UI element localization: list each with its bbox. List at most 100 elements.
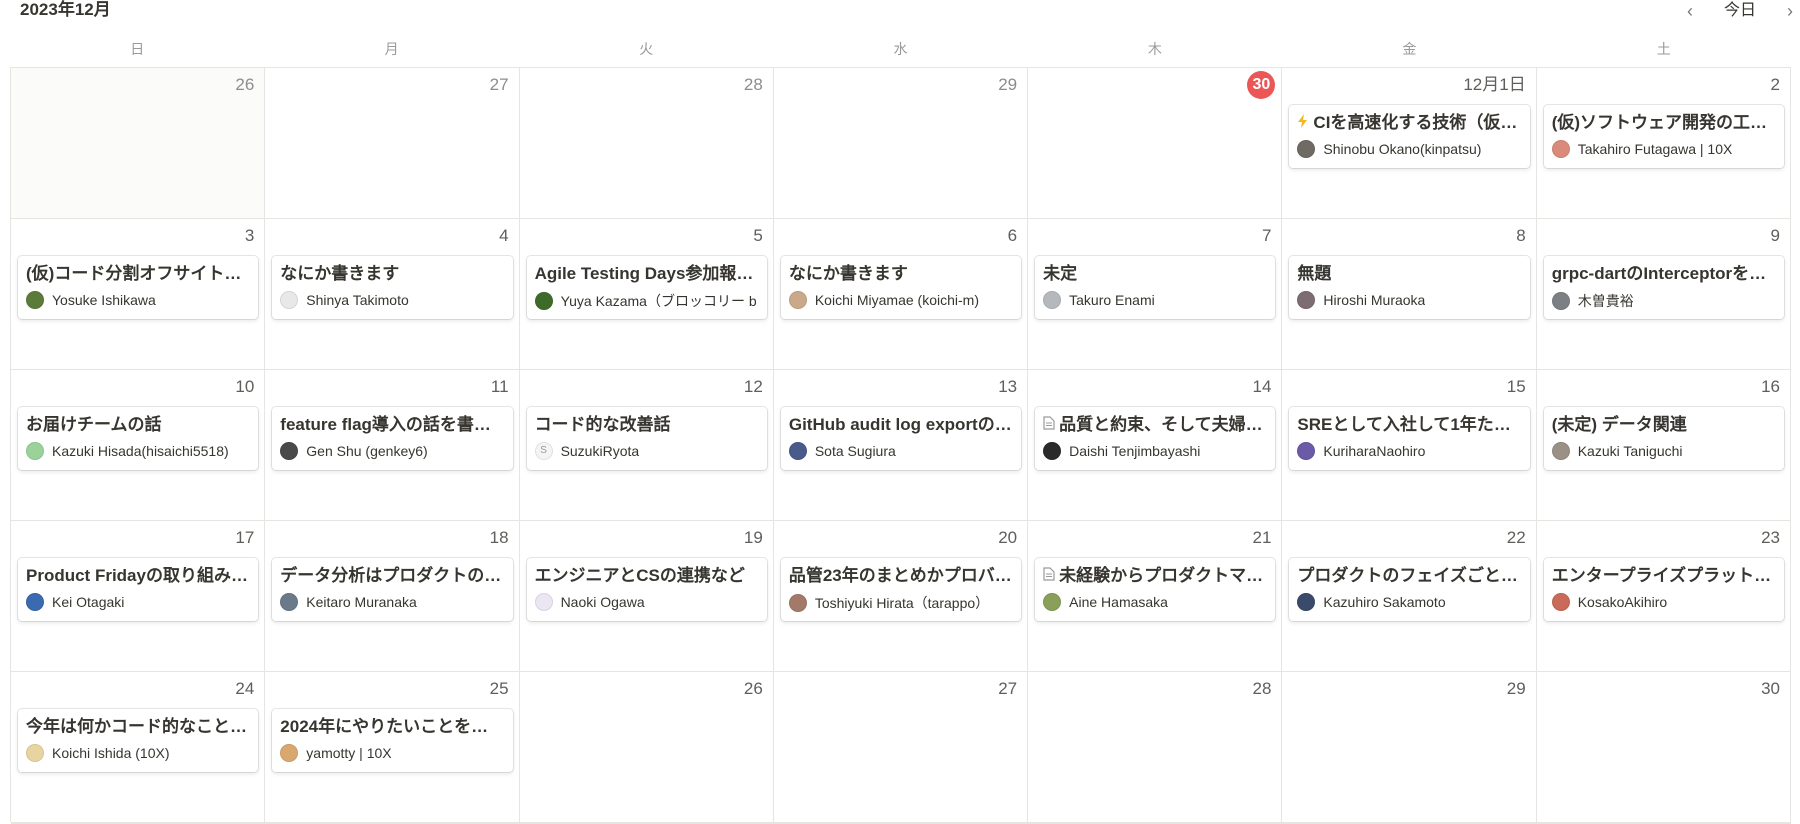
event-title-text: SREとして入社して1年たち… xyxy=(1297,415,1522,434)
calendar-day-cell[interactable]: 21 未経験からプロダクトマ… Aine Hamasaka xyxy=(1028,521,1283,672)
weekday-label: 水 xyxy=(893,41,908,57)
avatar xyxy=(26,442,44,460)
event-card[interactable]: なにか書きます Koichi Miyamae (koichi-m) xyxy=(780,256,1022,319)
document-icon xyxy=(1043,565,1055,587)
event-title: エンタープライズプラット… xyxy=(1552,565,1776,587)
day-number: 12 xyxy=(743,377,763,396)
calendar-day-cell[interactable]: 2 (仮)ソフトウェア開発の工… Takahiro Futagawa | 10X xyxy=(1536,68,1791,219)
event-title-text: feature flag導入の話を書… xyxy=(280,415,491,434)
event-card[interactable]: お届けチームの話 Kazuki Hisada(hisaichi5518) xyxy=(18,407,259,470)
calendar-day-cell[interactable]: 29 xyxy=(773,68,1029,219)
weekday-label: 日 xyxy=(130,41,145,57)
event-card[interactable]: なにか書きます Shinya Takimoto xyxy=(272,256,513,319)
event-card[interactable]: 品管23年のまとめかプロバ… Toshiyuki Hirata（tarappo） xyxy=(780,558,1022,621)
event-title-text: grpc-dartのInterceptorを… xyxy=(1551,264,1767,283)
calendar-day-cell[interactable]: 17 Product Fridayの取り組み… Kei Otagaki xyxy=(11,521,266,672)
calendar-day-cell[interactable]: 10 お届けチームの話 Kazuki Hisada(hisaichi5518) xyxy=(11,370,266,521)
event-card[interactable]: CIを高速化する技術（仮… Shinobu Okano(kinpatsu) xyxy=(1289,105,1530,168)
event-card[interactable]: (仮)コード分割オフサイト… Yosuke Ishikawa xyxy=(18,256,259,319)
calendar-day-cell[interactable]: 18 データ分析はプロダクトの… Keitaro Muranaka xyxy=(265,521,520,672)
calendar-day-cell[interactable]: 6 なにか書きます Koichi Miyamae (koichi-m) xyxy=(773,219,1029,370)
calendar-day-cell[interactable]: 26 xyxy=(11,68,266,219)
author-name: Hiroshi Muraoka xyxy=(1323,292,1426,308)
avatar xyxy=(1297,593,1316,611)
author-name: Koichi Ishida (10X) xyxy=(52,745,170,761)
event-card[interactable]: feature flag導入の話を書… Gen Shu (genkey6) xyxy=(272,407,513,470)
calendar-day-cell[interactable]: 29 xyxy=(1282,672,1537,823)
author-name: yamotty | 10X xyxy=(306,745,392,761)
avatar xyxy=(26,593,44,611)
event-card[interactable]: grpc-dartのInterceptorを… 木曽貴裕 xyxy=(1543,256,1784,319)
event-card[interactable]: プロダクトのフェイズごと… Kazuhiro Sakamoto xyxy=(1289,558,1530,621)
author-name: Kazuhiro Sakamoto xyxy=(1323,594,1446,610)
event-card[interactable]: SREとして入社して1年たち… KuriharaNaohiro xyxy=(1289,407,1530,470)
calendar-day-cell[interactable]: 27 xyxy=(265,68,520,219)
author-name: Sota Sugiura xyxy=(814,443,896,459)
calendar-day-cell[interactable]: 14 品質と約束、そして夫婦… Daishi Tenjimbayashi xyxy=(1028,370,1283,521)
day-number: 26 xyxy=(743,679,763,698)
event-card[interactable]: (仮)ソフトウェア開発の工… Takahiro Futagawa | 10X xyxy=(1543,105,1784,168)
calendar-day-cell[interactable]: 30 xyxy=(1536,672,1791,823)
calendar-day-cell[interactable]: 9 grpc-dartのInterceptorを… 木曽貴裕 xyxy=(1536,219,1791,370)
calendar-day-cell[interactable]: 16 (未定) データ関連 Kazuki Taniguchi xyxy=(1536,370,1791,521)
event-title-text: 品管23年のまとめかプロバ… xyxy=(788,566,1012,585)
calendar-day-cell[interactable]: 30 xyxy=(1028,68,1283,219)
calendar-day-cell[interactable]: 12 コード的な改善話 S SuzukiRyota xyxy=(519,370,774,521)
day-number: 16 xyxy=(1761,377,1780,396)
event-author: Hiroshi Muraoka xyxy=(1297,291,1521,309)
event-card[interactable]: 未定 Takuro Enami xyxy=(1035,256,1276,319)
calendar-day-cell[interactable]: 7 未定 Takuro Enami xyxy=(1028,219,1283,370)
calendar-day-cell[interactable]: 8 無題 Hiroshi Muraoka xyxy=(1282,219,1537,370)
calendar-day-cell[interactable]: 22 プロダクトのフェイズごと… Kazuhiro Sakamoto xyxy=(1282,521,1537,672)
event-title: 今年は何かコード的なこと… xyxy=(26,716,250,738)
event-card[interactable]: Agile Testing Days参加報… Yuya Kazama（ブロッコリー… xyxy=(526,256,767,319)
event-author: Naoki Ogawa xyxy=(534,593,759,611)
chevron-left-icon[interactable]: ‹ xyxy=(1680,1,1700,21)
document-icon xyxy=(1043,414,1055,436)
calendar-day-cell[interactable]: 4 なにか書きます Shinya Takimoto xyxy=(265,219,520,370)
event-card[interactable]: 無題 Hiroshi Muraoka xyxy=(1289,256,1530,319)
calendar-day-cell[interactable]: 24 今年は何かコード的なこと… Koichi Ishida (10X) xyxy=(11,672,266,823)
calendar-day-cell[interactable]: 27 xyxy=(773,672,1029,823)
calendar-day-cell[interactable]: 13 GitHub audit log exportの… Sota Sugiura xyxy=(773,370,1029,521)
event-title-text: (仮)ソフトウェア開発の工… xyxy=(1551,113,1768,132)
calendar-day-cell[interactable]: 25 2024年にやりたいことを… yamotty | 10X xyxy=(265,672,520,823)
event-card[interactable]: エンジニアとCSの連携など Naoki Ogawa xyxy=(526,558,767,621)
event-card[interactable]: データ分析はプロダクトの… Keitaro Muranaka xyxy=(272,558,513,621)
event-title-text: 無題 xyxy=(1297,264,1332,283)
day-number: 9 xyxy=(1770,226,1780,245)
event-card[interactable]: コード的な改善話 S SuzukiRyota xyxy=(526,407,767,470)
calendar-day-cell[interactable]: 28 xyxy=(1028,672,1283,823)
calendar-day-cell[interactable]: 12月1日 CIを高速化する技術（仮… Shinobu Okano(kinpatsu… xyxy=(1282,68,1537,219)
chevron-right-icon[interactable]: › xyxy=(1780,1,1800,21)
day-number: 12月1日 xyxy=(1463,75,1526,94)
avatar xyxy=(280,442,299,460)
event-title: Product Fridayの取り組み… xyxy=(26,565,250,587)
day-number: 20 xyxy=(998,528,1018,547)
event-title: (仮)ソフトウェア開発の工… xyxy=(1552,112,1776,134)
lightning-icon xyxy=(1297,112,1309,134)
calendar-day-cell[interactable]: 15 SREとして入社して1年たち… KuriharaNaohiro xyxy=(1282,370,1537,521)
event-card[interactable]: 2024年にやりたいことを… yamotty | 10X xyxy=(272,709,513,772)
calendar-day-cell[interactable]: 3 (仮)コード分割オフサイト… Yosuke Ishikawa xyxy=(11,219,266,370)
calendar-day-cell[interactable]: 20 品管23年のまとめかプロバ… Toshiyuki Hirata（tarappo… xyxy=(773,521,1029,672)
event-author: yamotty | 10X xyxy=(280,744,504,762)
event-card[interactable]: (未定) データ関連 Kazuki Taniguchi xyxy=(1543,407,1784,470)
calendar-day-cell[interactable]: 28 xyxy=(519,68,774,219)
event-card[interactable]: Product Fridayの取り組み… Kei Otagaki xyxy=(18,558,259,621)
event-card[interactable]: エンタープライズプラット… KosakoAkihiro xyxy=(1543,558,1784,621)
event-author: Yuya Kazama（ブロッコリー b xyxy=(534,291,759,311)
calendar-day-cell[interactable]: 11 feature flag導入の話を書… Gen Shu (genkey6) xyxy=(265,370,520,521)
calendar-day-cell[interactable]: 26 xyxy=(519,672,774,823)
calendar-day-cell[interactable]: 19 エンジニアとCSの連携など Naoki Ogawa xyxy=(519,521,774,672)
event-card[interactable]: 未経験からプロダクトマ… Aine Hamasaka xyxy=(1035,558,1276,621)
calendar-day-cell[interactable]: 23 エンタープライズプラット… KosakoAkihiro xyxy=(1536,521,1791,672)
avatar xyxy=(1043,593,1062,611)
event-card[interactable]: GitHub audit log exportの… Sota Sugiura xyxy=(780,407,1022,470)
avatar xyxy=(280,593,299,611)
event-card[interactable]: 品質と約束、そして夫婦… Daishi Tenjimbayashi xyxy=(1035,407,1276,470)
today-button[interactable]: 今日 xyxy=(1724,1,1756,21)
calendar-day-cell[interactable]: 5 Agile Testing Days参加報… Yuya Kazama（ブロッコリ… xyxy=(519,219,774,370)
event-card[interactable]: 今年は何かコード的なこと… Koichi Ishida (10X) xyxy=(18,709,259,772)
calendar-nav: ‹ 今日 › xyxy=(1680,0,1800,22)
